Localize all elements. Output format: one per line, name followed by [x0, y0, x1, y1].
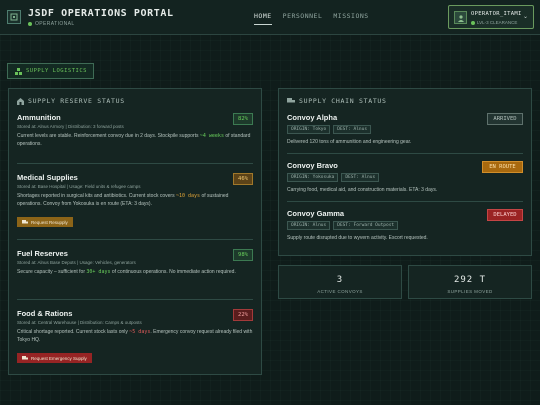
nav-personnel[interactable]: PERSONNEL — [283, 12, 323, 25]
system-status-label: OPERATIONAL — [35, 21, 75, 27]
system-status: OPERATIONAL — [28, 21, 75, 27]
supply-item-meta: Stored at: Alnus Base Depots | Usage: Ve… — [17, 260, 136, 265]
divider — [17, 163, 253, 164]
request-resupply-label: Request Resupply — [31, 219, 68, 225]
convoy-route: ORIGIN: Tokyo DEST: Alnus — [287, 125, 523, 134]
convoy-destination: DEST: Alnus — [333, 125, 372, 134]
supply-chain-heading-label: SUPPLY CHAIN STATUS — [299, 97, 387, 105]
nav-missions[interactable]: MISSIONS — [333, 12, 368, 25]
top-bar: JSDF OPERATIONS PORTAL OPERATIONAL HOME … — [0, 0, 540, 35]
user-name: OPERATOR_ITAMI — [471, 11, 522, 17]
convoy-destination: DEST: Forward Outpost — [333, 221, 399, 230]
supply-item-desc: Shortages reported in surgical kits and … — [17, 193, 229, 207]
section-tag-label: SUPPLY LOGISTICS — [26, 68, 87, 74]
convoy-gamma: Convoy Gamma ORIGIN: Alnus DEST: Forward… — [287, 209, 523, 241]
stat-label: SUPPLIES MOVED — [447, 289, 493, 294]
convoy-status-badge: EN ROUTE — [482, 161, 523, 173]
stat-supplies-moved: 292 T SUPPLIES MOVED — [408, 265, 532, 299]
boxes-icon — [15, 67, 22, 75]
supply-item-name: Ammunition — [17, 113, 61, 122]
stat-value: 292 T — [453, 275, 487, 285]
supply-chain-heading: SUPPLY CHAIN STATUS — [287, 97, 387, 105]
request-resupply-button[interactable]: Request Resupply — [17, 217, 73, 227]
convoy-origin: ORIGIN: Yokosuka — [287, 173, 339, 182]
supply-item-meta: Stored at: Central Warehouse | Distribut… — [17, 320, 142, 325]
convoy-desc: Delivered 120 tons of ammunition and eng… — [287, 139, 412, 145]
convoy-origin: ORIGIN: Alnus — [287, 221, 331, 230]
portal-logo-icon[interactable] — [7, 10, 21, 24]
convoy-origin: ORIGIN: Tokyo — [287, 125, 331, 134]
section-tag-supply-logistics: SUPPLY LOGISTICS — [7, 63, 94, 79]
divider — [17, 239, 253, 240]
convoy-desc: Carrying food, medical aid, and construc… — [287, 187, 438, 193]
user-avatar-icon — [454, 11, 467, 24]
divider — [17, 299, 253, 300]
supply-item-desc: Current levels are stable. Reinforcement… — [17, 133, 251, 147]
request-emergency-supply-label: Request Emergency Supply — [31, 355, 87, 361]
truck-icon — [22, 219, 28, 223]
main-nav: HOME PERSONNEL MISSIONS — [254, 12, 369, 25]
convoy-status-badge: ARRIVED — [487, 113, 523, 125]
supply-percent-badge: 46% — [233, 173, 253, 185]
supply-item-desc: Critical shortage reported. Current stoc… — [17, 329, 253, 343]
divider — [287, 153, 523, 154]
supply-percent-badge: 22% — [233, 309, 253, 321]
nav-home[interactable]: HOME — [254, 12, 272, 25]
chevron-down-icon[interactable]: ⌄ — [523, 13, 528, 20]
supply-chain-panel: SUPPLY CHAIN STATUS Convoy Alpha ORIGIN:… — [278, 88, 532, 256]
supply-percent-badge: 98% — [233, 249, 253, 261]
convoy-bravo: Convoy Bravo ORIGIN: Yokosuka DEST: Alnu… — [287, 161, 523, 193]
supply-item-food: Food & Rations Stored at: Central Wareho… — [17, 309, 253, 363]
supply-percent-badge: 82% — [233, 113, 253, 125]
supply-reserve-heading: SUPPLY RESERVE STATUS — [17, 97, 125, 105]
convoy-alpha: Convoy Alpha ORIGIN: Tokyo DEST: Alnus A… — [287, 113, 523, 145]
stat-active-convoys: 3 ACTIVE CONVOYS — [278, 265, 402, 299]
warehouse-icon — [17, 97, 24, 105]
supply-reserve-heading-label: SUPPLY RESERVE STATUS — [28, 97, 125, 105]
convoy-desc: Supply route disrupted due to wyvern act… — [287, 235, 428, 241]
supply-item-name: Food & Rations — [17, 309, 73, 318]
user-clearance-label: LVL-3 CLEARANCE — [477, 20, 518, 25]
user-clearance: LVL-3 CLEARANCE — [471, 20, 517, 25]
clearance-dot-icon — [471, 20, 475, 25]
app-title: JSDF OPERATIONS PORTAL — [28, 8, 174, 19]
convoy-route: ORIGIN: Alnus DEST: Forward Outpost — [287, 221, 523, 230]
convoy-route: ORIGIN: Yokosuka DEST: Alnus — [287, 173, 523, 182]
supply-item-meta: Stored at: Base Hospital | Usage: Field … — [17, 184, 141, 189]
convoy-status-badge: DELAYED — [487, 209, 523, 221]
request-emergency-supply-button[interactable]: Request Emergency Supply — [17, 353, 92, 363]
supply-item-desc: Secure capacity – sufficient for 30+ day… — [17, 269, 236, 275]
convoy-destination: DEST: Alnus — [341, 173, 380, 182]
supply-item-meta: Stored at: Alnus Armory | Distribution: … — [17, 124, 124, 129]
supply-item-medical: Medical Supplies Stored at: Base Hospita… — [17, 173, 253, 227]
user-menu[interactable]: OPERATOR_ITAMI LVL-3 CLEARANCE ⌄ — [448, 5, 534, 29]
divider — [287, 201, 523, 202]
stat-value: 3 — [336, 275, 344, 285]
status-dot-icon — [28, 22, 32, 26]
truck-icon — [287, 98, 295, 103]
supply-item-ammunition: Ammunition Stored at: Alnus Armory | Dis… — [17, 113, 253, 149]
stat-label: ACTIVE CONVOYS — [317, 289, 363, 294]
supply-item-name: Medical Supplies — [17, 173, 78, 182]
supply-item-fuel: Fuel Reserves Stored at: Alnus Base Depo… — [17, 249, 253, 277]
supply-item-name: Fuel Reserves — [17, 249, 68, 258]
supply-reserve-panel: SUPPLY RESERVE STATUS Ammunition Stored … — [8, 88, 262, 375]
alert-truck-icon — [22, 355, 28, 359]
